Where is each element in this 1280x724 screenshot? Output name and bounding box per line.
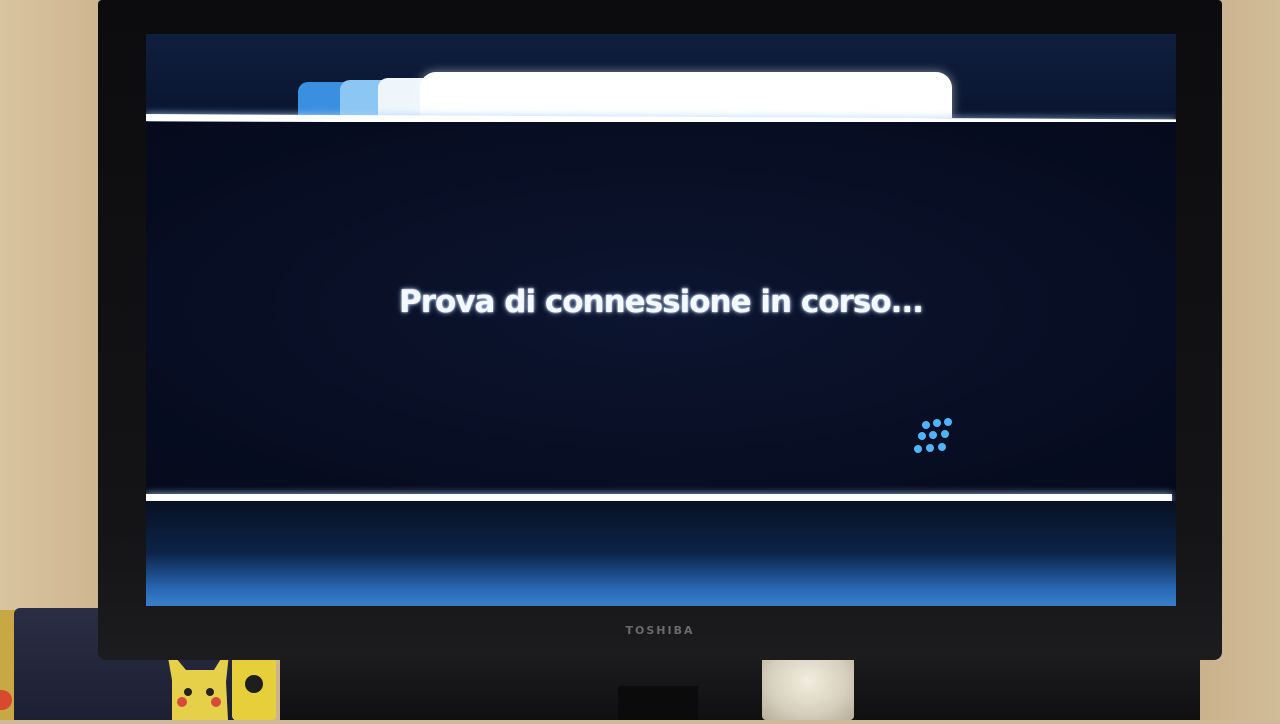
connection-test-panel: Prova di connessione in corso... xyxy=(146,122,1176,496)
loading-dots-icon xyxy=(914,418,952,453)
header-band xyxy=(146,34,1176,118)
header-tab-active xyxy=(420,72,952,118)
connection-status-message: Prova di connessione in corso... xyxy=(399,284,924,320)
footer-band xyxy=(146,501,1176,606)
tv-brand-label: TOSHIBA xyxy=(625,624,695,637)
tv-stand-neck xyxy=(618,686,698,720)
tv-screen: Prova di connessione in corso... xyxy=(146,34,1176,606)
bottom-divider-line xyxy=(146,494,1172,501)
